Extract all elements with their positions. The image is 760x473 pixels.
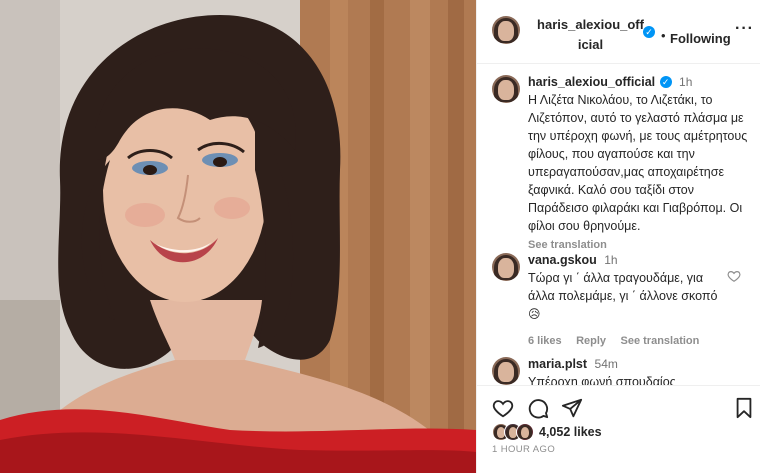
- comments-list[interactable]: haris_alexiou_official ✓ 1h Η Λιζέτα Νικ…: [477, 65, 760, 385]
- liker-avatar: [516, 423, 534, 441]
- caption-text: Η Λιζέτα Νικολάου, το Λιζετάκι, το Λιζετ…: [528, 93, 748, 233]
- comment-time[interactable]: 1h: [604, 253, 617, 267]
- comment-icon[interactable]: [527, 397, 549, 419]
- bookmark-icon[interactable]: [733, 397, 755, 419]
- heart-icon[interactable]: [492, 397, 514, 419]
- send-icon[interactable]: [561, 397, 583, 419]
- comment-likes[interactable]: 6 likes: [528, 335, 562, 347]
- verified-badge-icon: ✓: [643, 26, 655, 38]
- portrait-image: [0, 0, 476, 473]
- following-button[interactable]: Following: [670, 31, 731, 46]
- caption-see-translation[interactable]: See translation: [528, 239, 750, 251]
- comment-emoji: 😥: [528, 307, 541, 321]
- comment-username[interactable]: maria.plst: [528, 357, 587, 371]
- caption-time[interactable]: 1h: [679, 75, 692, 89]
- likes-count[interactable]: 4,052 likes: [539, 425, 602, 439]
- author-avatar[interactable]: [492, 16, 520, 44]
- comment-text: Τώρα γι ΄ άλλα τραγουδάμε, για άλλα πολε…: [528, 271, 718, 303]
- post-timestamp[interactable]: 1 HOUR AGO: [492, 444, 555, 455]
- comment-reply-button[interactable]: Reply: [576, 335, 606, 347]
- post-photo[interactable]: [0, 0, 476, 473]
- caption-username[interactable]: haris_alexiou_official: [528, 75, 655, 89]
- liked-by-avatars[interactable]: [492, 423, 542, 441]
- author-username[interactable]: haris_alexiou_official: [537, 15, 644, 55]
- comment-see-translation[interactable]: See translation: [621, 335, 700, 347]
- more-options-icon[interactable]: ···: [735, 20, 754, 38]
- verified-badge-icon: ✓: [659, 76, 672, 88]
- caption-author-avatar[interactable]: [492, 75, 520, 103]
- comment-text: Υπέροχη φωνή σπουδαίος: [528, 375, 676, 385]
- post-header: haris_alexiou_official ✓ • Following ···: [477, 0, 760, 64]
- comment-like-heart-icon[interactable]: [727, 269, 741, 283]
- commenter-avatar[interactable]: [492, 357, 520, 385]
- post-side-panel: haris_alexiou_official ✓ • Following ···…: [476, 0, 760, 473]
- separator-dot: •: [661, 28, 666, 43]
- comment-time[interactable]: 54m: [595, 357, 618, 371]
- comment-username[interactable]: vana.gskou: [528, 253, 597, 267]
- commenter-avatar[interactable]: [492, 253, 520, 281]
